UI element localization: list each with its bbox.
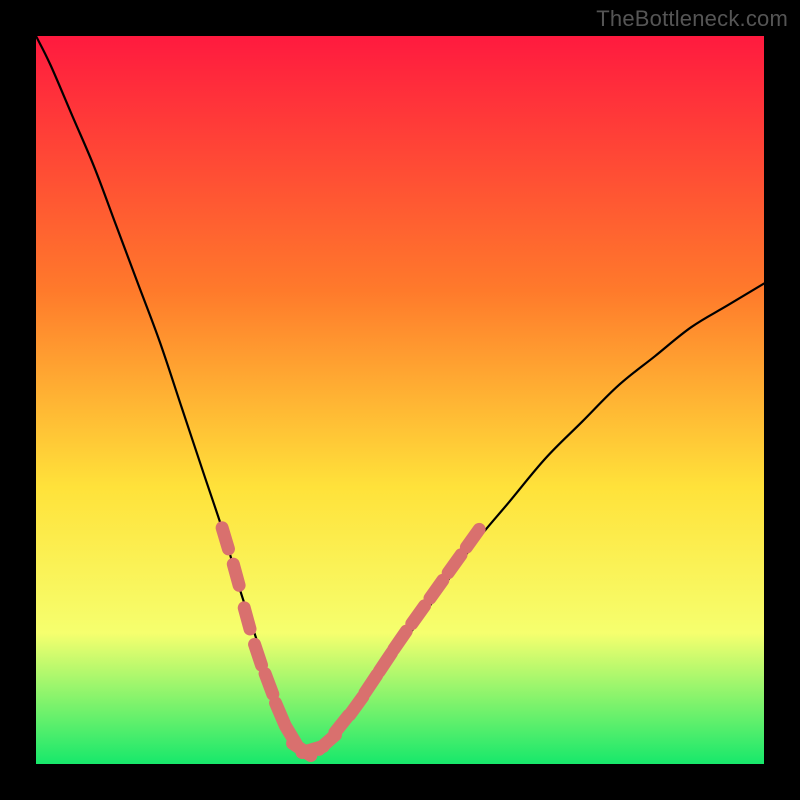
chart-frame: TheBottleneck.com — [0, 0, 800, 800]
marker-dash — [265, 674, 273, 695]
gradient-background — [36, 36, 764, 764]
marker-dash — [233, 564, 239, 585]
plot-area — [36, 36, 764, 764]
marker-dash — [222, 528, 228, 549]
marker-dash — [255, 644, 262, 665]
watermark-text: TheBottleneck.com — [596, 6, 788, 32]
chart-svg — [36, 36, 764, 764]
marker-dash — [244, 608, 250, 629]
